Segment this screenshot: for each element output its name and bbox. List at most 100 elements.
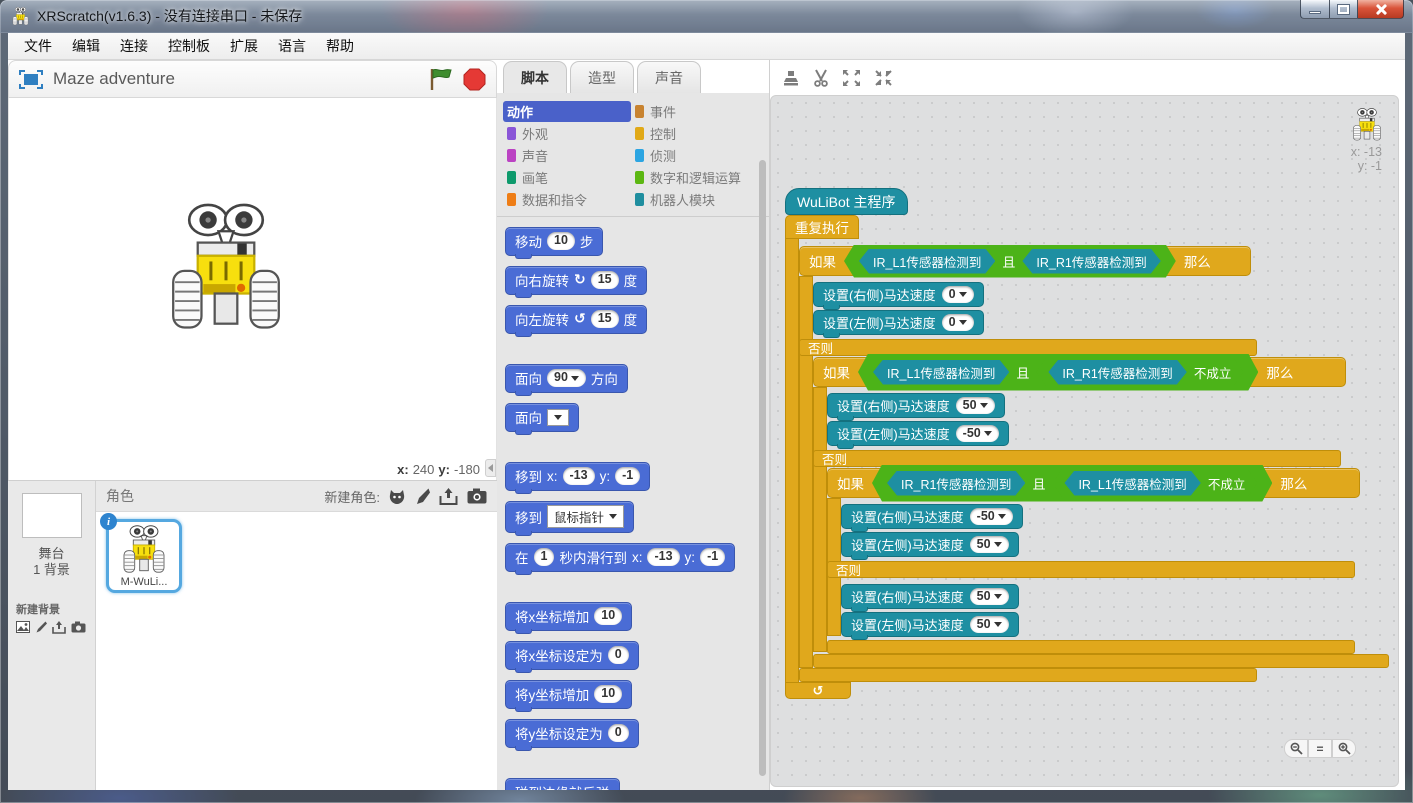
tab-scripts[interactable]: 脚本 [503, 61, 567, 93]
block-point-towards[interactable]: 面向 [505, 403, 579, 432]
category-looks[interactable]: 外观 [503, 123, 631, 144]
grow-sprite-icon[interactable] [842, 69, 861, 87]
not-operator-block[interactable]: IR_L1传感器检测到 不成立 [1052, 469, 1257, 498]
category-sensing[interactable]: 侦测 [631, 145, 759, 166]
hat-block-main-program[interactable]: WuLiBot 主程序 [785, 188, 908, 215]
block-turn-left[interactable]: 向左旋转↺15度 [505, 305, 647, 334]
menu-extension[interactable]: 扩展 [220, 32, 268, 60]
sprite-info-badge[interactable]: i [100, 513, 117, 530]
close-button[interactable] [1358, 0, 1404, 19]
sensor-ir-l1-block[interactable]: IR_L1传感器检测到 [859, 249, 995, 274]
robot-sprite-on-stage[interactable] [167, 203, 285, 335]
sprite-thumbnail-selected[interactable]: i [106, 519, 182, 593]
minimize-button[interactable] [1300, 0, 1330, 19]
minimize-icon [1309, 11, 1321, 14]
category-color-swatch [507, 171, 516, 184]
category-motion[interactable]: 动作 [503, 101, 631, 122]
and-operator-block[interactable]: IR_L1传感器检测到 且 IR_R1传感器检测到 [844, 245, 1176, 278]
block-glide[interactable]: 在1秒内滑行到x:-13y:-1 [505, 543, 735, 572]
sensor-ir-r1-block[interactable]: IR_R1传感器检测到 [1022, 249, 1160, 274]
sprite-list-header: 角色 新建角色: [96, 481, 497, 512]
stop-button[interactable] [463, 68, 486, 91]
stage-thumbnail[interactable] [22, 493, 82, 538]
camera-backdrop-icon[interactable] [71, 621, 86, 633]
tab-costumes[interactable]: 造型 [570, 61, 634, 93]
if-block-3-header[interactable]: 如果 IR_R1传感器检测到 且 IR_L1传感器检测到 不成立 那么 [827, 468, 1360, 498]
set-left-motor-block[interactable]: 设置(左侧)马达速度50 [841, 612, 1019, 637]
zoom-reset-button[interactable]: = [1308, 739, 1332, 758]
set-right-motor-block[interactable]: 设置(右侧)马达速度50 [827, 393, 1005, 418]
rotate-cw-icon: ↻ [574, 272, 586, 288]
set-left-motor-block[interactable]: 设置(左侧)马达速度50 [841, 532, 1019, 557]
menu-board[interactable]: 控制板 [158, 32, 220, 60]
stage[interactable] [8, 98, 497, 458]
set-left-motor-block[interactable]: 设置(左侧)马达速度-50 [827, 421, 1009, 446]
maximize-button[interactable] [1330, 0, 1358, 19]
palette-blocks-list: 移动10步 向右旋转↻15度 向左旋转↺15度 面向90方向 面向 [497, 217, 769, 790]
zoom-in-button[interactable] [1332, 739, 1356, 758]
window-title: XRScratch(v1.6.3) - 没有连接串口 - 未保存 [37, 6, 302, 26]
sensor-ir-l1-block[interactable]: IR_L1传感器检测到 [1064, 471, 1200, 496]
duplicate-stamp-icon[interactable] [782, 69, 800, 87]
shrink-sprite-icon[interactable] [874, 69, 893, 87]
upload-backdrop-icon[interactable] [52, 621, 66, 634]
project-title[interactable]: Maze adventure [53, 69, 418, 89]
green-flag-button[interactable] [428, 68, 453, 91]
palette-scrollbar[interactable] [759, 160, 766, 776]
sensor-ir-r1-block[interactable]: IR_R1传感器检测到 [1048, 360, 1186, 385]
block-move-steps[interactable]: 移动10步 [505, 227, 603, 256]
paint-sprite-icon[interactable] [415, 488, 430, 505]
menu-connect[interactable]: 连接 [110, 32, 158, 60]
window-controls [1300, 0, 1404, 19]
fullscreen-icon[interactable] [19, 70, 43, 89]
camera-sprite-icon[interactable] [467, 488, 487, 504]
block-goto-mouse[interactable]: 移到鼠标指针 [505, 501, 634, 533]
if-block-2-foot [813, 654, 1389, 668]
set-right-motor-block[interactable]: 设置(右侧)马达速度50 [841, 584, 1019, 609]
forever-block-spine [785, 238, 799, 690]
category-control[interactable]: 控制 [631, 123, 759, 144]
set-right-motor-block[interactable]: 设置(右侧)马达速度-50 [841, 504, 1023, 529]
if-block-1-header[interactable]: 如果 IR_L1传感器检测到 且 IR_R1传感器检测到 那么 [799, 246, 1251, 276]
category-robot[interactable]: 机器人模块 [631, 189, 759, 210]
block-set-y[interactable]: 将y坐标设定为0 [505, 719, 639, 748]
tab-sounds[interactable]: 声音 [637, 61, 701, 93]
block-bounce-on-edge[interactable]: 碰到边缘就反弹 [505, 778, 620, 790]
upload-sprite-icon[interactable] [439, 488, 458, 505]
if-block-3-foot [827, 640, 1355, 654]
sprite-from-library-icon[interactable] [388, 488, 406, 505]
sensor-ir-r1-block[interactable]: IR_R1传感器检测到 [887, 471, 1025, 496]
block-set-x[interactable]: 将x坐标设定为0 [505, 641, 639, 670]
forever-block-label[interactable]: 重复执行 [785, 215, 859, 239]
category-data[interactable]: 数据和指令 [503, 189, 631, 210]
if-block-2-header[interactable]: 如果 IR_L1传感器检测到 且 IR_R1传感器检测到 不成立 那么 [813, 357, 1346, 387]
block-point-direction[interactable]: 面向90方向 [505, 364, 628, 393]
menu-help[interactable]: 帮助 [316, 32, 364, 60]
set-left-motor-block[interactable]: 设置(左侧)马达速度0 [813, 310, 984, 335]
collapse-panel-button[interactable] [485, 459, 496, 477]
block-change-x[interactable]: 将x坐标增加10 [505, 602, 632, 631]
set-right-motor-block[interactable]: 设置(右侧)马达速度0 [813, 282, 984, 307]
category-sound[interactable]: 声音 [503, 145, 631, 166]
block-goto-xy[interactable]: 移到x:-13y:-1 [505, 462, 650, 491]
paint-backdrop-icon[interactable] [35, 621, 47, 634]
backdrop-from-library-icon[interactable] [16, 621, 30, 633]
and-operator-block[interactable]: IR_L1传感器检测到 且 IR_R1传感器检测到 不成立 [858, 354, 1258, 391]
category-operators[interactable]: 数字和逻辑运算 [631, 167, 759, 188]
block-change-y[interactable]: 将y坐标增加10 [505, 680, 632, 709]
sensor-ir-l1-block[interactable]: IR_L1传感器检测到 [873, 360, 1009, 385]
dropdown-arrow-icon [609, 514, 617, 519]
not-operator-block[interactable]: IR_R1传感器检测到 不成立 [1036, 358, 1243, 387]
zoom-out-button[interactable] [1284, 739, 1308, 758]
menu-language[interactable]: 语言 [268, 32, 316, 60]
category-pen[interactable]: 画笔 [503, 167, 631, 188]
menu-edit[interactable]: 编辑 [62, 32, 110, 60]
category-color-swatch [635, 149, 644, 162]
category-color-swatch [635, 127, 644, 140]
menu-file[interactable]: 文件 [14, 32, 62, 60]
delete-scissors-icon[interactable] [813, 69, 829, 87]
and-operator-block[interactable]: IR_R1传感器检测到 且 IR_L1传感器检测到 不成立 [872, 465, 1272, 502]
category-events[interactable]: 事件 [631, 101, 759, 122]
script-canvas[interactable]: x: -13 y: -1 WuLiBot 主程序 重复执行 ↺ 如果 [770, 95, 1399, 787]
block-turn-right[interactable]: 向右旋转↻15度 [505, 266, 647, 295]
